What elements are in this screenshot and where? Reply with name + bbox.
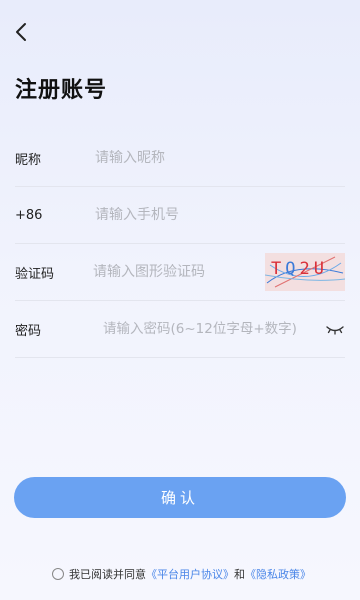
eye-closed-icon[interactable] [325,322,345,336]
nickname-row: 昵称 [15,130,345,187]
captcha-code: TQ2U [271,259,328,279]
page-title: 注册账号 [15,78,108,103]
captcha-char: U [313,259,328,279]
privacy-policy-link[interactable]: 《隐私政策》 [245,566,311,582]
confirm-button[interactable]: 确认 [14,477,346,518]
password-label: 密码 [15,323,42,339]
captcha-char: 2 [299,259,314,279]
phone-input[interactable] [95,207,345,223]
password-row: 密码 [15,301,345,358]
country-code-label: +86 [15,207,43,223]
captcha-image[interactable]: TQ2U [265,253,345,291]
user-agreement-link[interactable]: 《平台用户协议》 [146,566,234,582]
captcha-row: 验证码 TQ2U [15,244,345,301]
nickname-label: 昵称 [15,152,42,168]
agreement-row: 我已阅读并同意 《平台用户协议》 和 《隐私政策》 [52,566,311,582]
agreement-and: 和 [234,568,245,581]
captcha-char: Q [285,259,300,279]
password-input[interactable] [103,321,319,337]
back-arrow-icon[interactable] [12,22,32,42]
phone-row: +86 [15,187,345,244]
register-form: 昵称 +86 验证码 TQ2U 密码 [15,130,345,358]
captcha-input[interactable] [93,264,265,280]
nickname-input[interactable] [95,150,345,166]
agree-checkbox[interactable] [52,568,64,580]
captcha-label: 验证码 [15,266,55,282]
captcha-char: T [271,259,286,279]
agreement-prefix: 我已阅读并同意 [69,568,146,581]
